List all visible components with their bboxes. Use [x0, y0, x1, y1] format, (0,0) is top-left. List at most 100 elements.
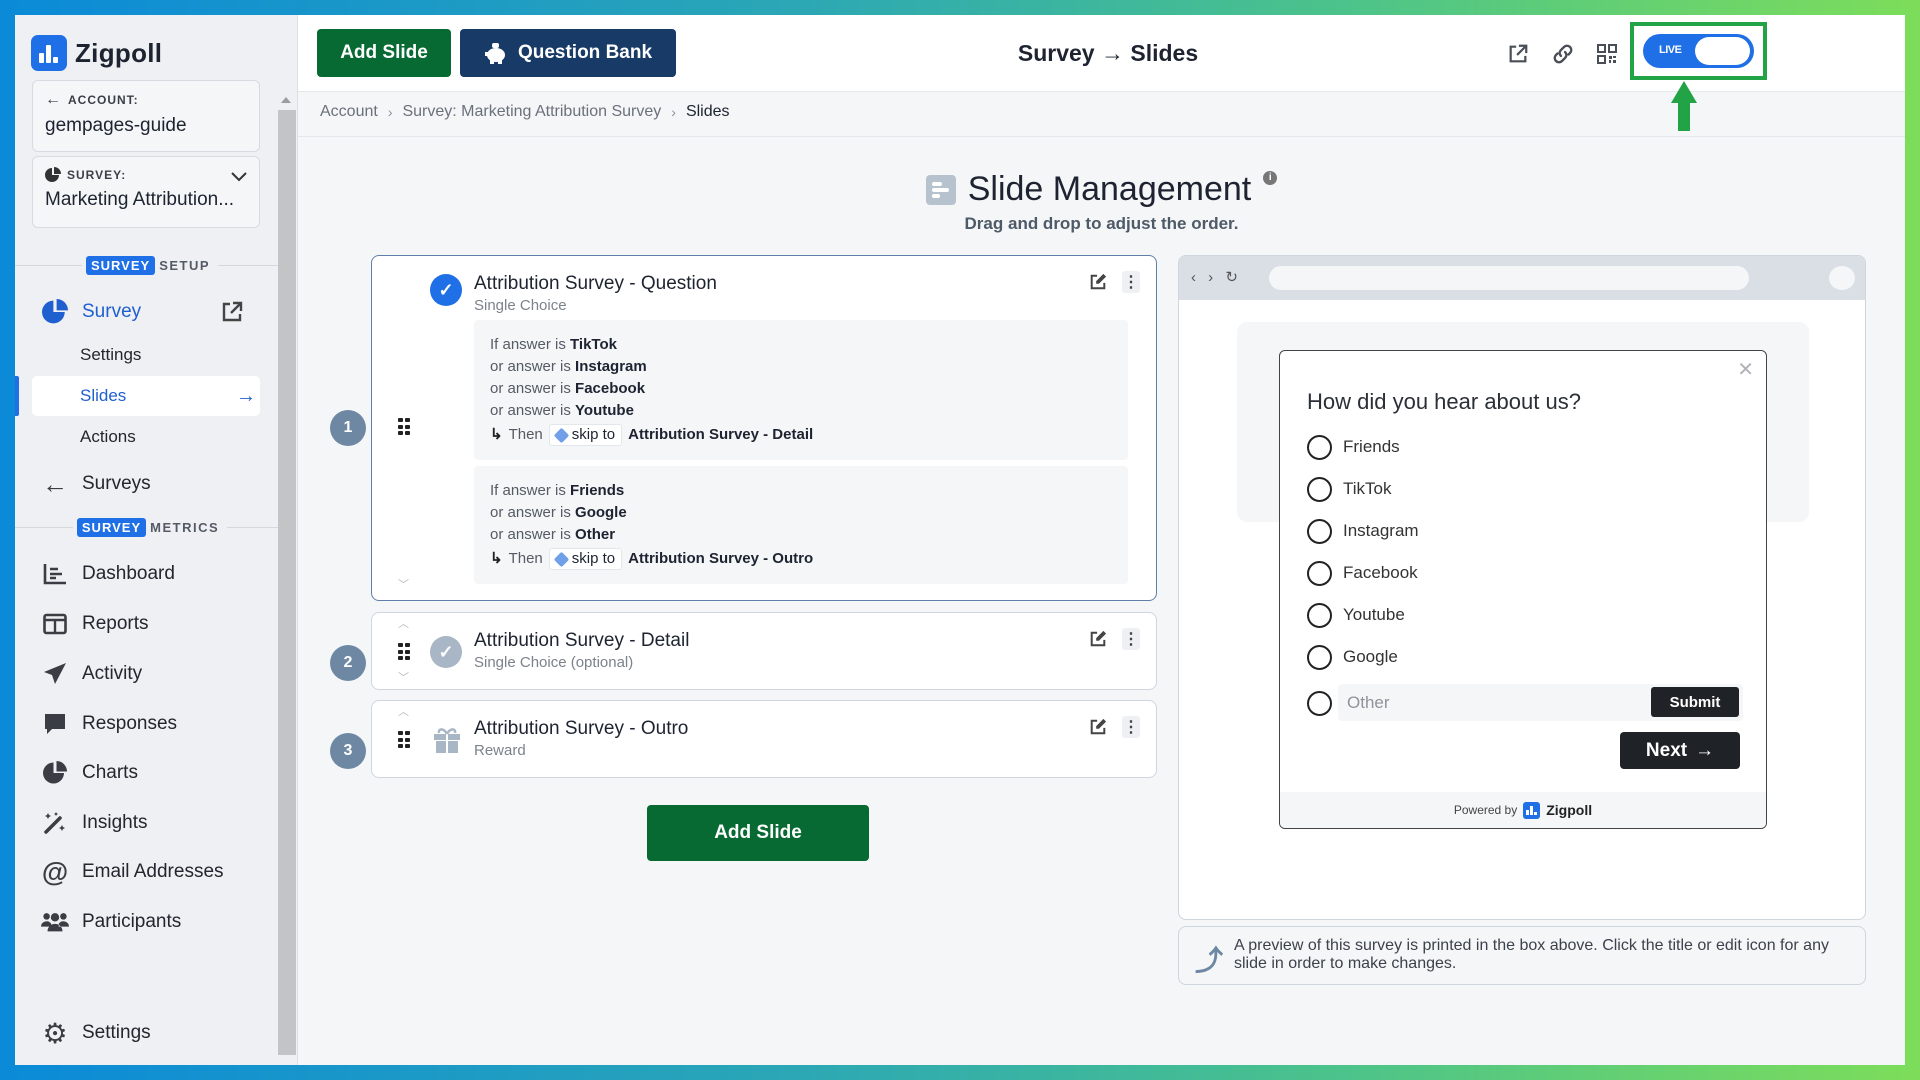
submit-button[interactable]: Submit [1651, 687, 1739, 717]
active-indicator [15, 376, 19, 416]
preview-info-text: A preview of this survey is printed in t… [1234, 937, 1829, 972]
radio-button [1307, 434, 1332, 460]
qr-code-icon[interactable] [1594, 41, 1620, 67]
skip-target[interactable]: Attribution Survey - Outro [628, 548, 813, 570]
rule-action: ↳ Then skip to Attribution Survey - Outr… [490, 548, 1112, 570]
question-bank-button[interactable]: Question Bank [460, 29, 676, 77]
more-options-icon[interactable]: ⋮ [1122, 716, 1140, 738]
link-icon[interactable] [1550, 41, 1576, 67]
slides-icon [925, 174, 956, 205]
sidebar-item-slides[interactable]: Slides → [32, 376, 260, 416]
sidebar-item-dashboard[interactable]: Dashboard [15, 554, 285, 594]
diamond-icon [553, 427, 570, 443]
sidebar-item-surveys[interactable]: ← Surveys [15, 464, 285, 504]
survey-selector[interactable]: SURVEY: Marketing Attribution... [32, 156, 260, 228]
option-friends[interactable]: Friends [1307, 434, 1400, 460]
rule-action: ↳ Then skip to Attribution Survey - Deta… [490, 424, 1112, 446]
rule-condition: or answer is Youtube [490, 402, 634, 419]
gear-icon: ⚙ [42, 1017, 68, 1049]
edit-icon[interactable] [1088, 717, 1108, 737]
close-icon[interactable]: ✕ [1737, 357, 1754, 382]
powered-by[interactable]: Powered by Zigpoll [1280, 792, 1766, 828]
radio-button [1307, 602, 1332, 628]
add-slide-button[interactable]: Add Slide [317, 29, 451, 77]
sidebar-item-settings[interactable]: Settings [32, 335, 260, 375]
slide-card[interactable]: ︿ ﹀ ✓ Attribution Survey - Detail Single… [371, 612, 1157, 690]
survey-preview: ‹ › ↻ ✕ How did you hear about us? Frien… [1178, 255, 1866, 920]
external-link-icon[interactable] [1505, 41, 1531, 67]
slide-card[interactable]: ︿ Attribution Survey - Outro Reward ⋮ [371, 700, 1157, 778]
pie-chart-icon [45, 167, 61, 182]
option-other[interactable] [1307, 690, 1332, 716]
drag-handle-icon[interactable] [398, 731, 410, 749]
edit-icon[interactable] [1088, 629, 1108, 649]
breadcrumb: Account › Survey: Marketing Attribution … [320, 97, 730, 127]
more-options-icon[interactable]: ⋮ [1122, 628, 1140, 650]
browser-url-bar [1269, 266, 1749, 290]
sidebar-item-label: Actions [80, 427, 136, 446]
move-up-icon[interactable]: ︿ [398, 615, 409, 631]
at-sign-icon: @ [41, 856, 69, 887]
slide-number-badge: 2 [330, 645, 366, 681]
annotation-arrow-stem [1678, 101, 1690, 131]
section-title: METRICS [150, 519, 220, 535]
rule-condition: or answer is Facebook [490, 380, 646, 397]
account-switcher[interactable]: ← ACCOUNT: gempages-guide [32, 80, 260, 152]
skip-target[interactable]: Attribution Survey - Detail [628, 424, 813, 446]
sidebar-item-label: Charts [82, 762, 138, 783]
annotation-arrow-icon [1671, 81, 1697, 103]
sidebar-item-activity[interactable]: Activity [15, 654, 285, 694]
slide-type: Single Choice (optional) [474, 654, 634, 671]
add-slide-label: Add Slide [714, 822, 802, 843]
sidebar-item-insights[interactable]: Insights [15, 803, 285, 843]
check-circle-icon: ✓ [430, 636, 462, 668]
sidebar-item-label: Settings [80, 345, 142, 364]
option-facebook[interactable]: Facebook [1307, 560, 1418, 586]
slide-card[interactable]: ✓ Attribution Survey - Question Single C… [371, 255, 1157, 601]
slide-number-badge: 1 [330, 410, 366, 446]
sidebar-item-label: Surveys [82, 473, 151, 494]
divider [298, 136, 1905, 137]
sidebar-item-responses[interactable]: Responses [15, 704, 285, 744]
drag-handle-icon[interactable] [398, 418, 410, 436]
option-instagram[interactable]: Instagram [1307, 518, 1419, 544]
option-tiktok[interactable]: TikTok [1307, 476, 1392, 502]
info-icon[interactable]: i [1263, 170, 1278, 185]
zigpoll-logo[interactable]: Zigpoll [31, 35, 162, 71]
sidebar-item-label: Responses [82, 713, 178, 734]
sidebar-item-reports[interactable]: Reports [15, 604, 285, 644]
slide-title[interactable]: Attribution Survey - Detail [474, 630, 689, 652]
sidebar-item-label: Email Addresses [82, 861, 224, 882]
sidebar-item-actions[interactable]: Actions [32, 417, 260, 457]
external-link-icon[interactable] [220, 300, 244, 329]
move-up-icon[interactable]: ︿ [398, 703, 409, 719]
other-input[interactable]: Other Submit [1338, 684, 1743, 721]
pie-chart-icon [41, 759, 69, 787]
move-down-icon[interactable]: ﹀ [398, 576, 409, 592]
breadcrumb-current: Slides [685, 103, 730, 120]
drag-handle-icon[interactable] [398, 643, 410, 661]
sidebar-item-label: Insights [82, 812, 148, 833]
next-button[interactable]: Next → [1620, 732, 1740, 769]
live-toggle[interactable]: LIVE [1643, 34, 1754, 68]
sidebar-item-settings-global[interactable]: ⚙ Settings [15, 1013, 285, 1053]
move-down-icon[interactable]: ﹀ [398, 669, 409, 685]
sidebar-item-participants[interactable]: Participants [15, 902, 285, 942]
top-header: Add Slide Question Bank Survey → Slides … [298, 15, 1905, 92]
option-youtube[interactable]: Youtube [1307, 602, 1405, 628]
edit-icon[interactable] [1088, 272, 1108, 292]
breadcrumb-account[interactable]: Account [320, 103, 378, 121]
more-options-icon[interactable]: ⋮ [1122, 271, 1140, 293]
slide-title[interactable]: Attribution Survey - Question [474, 273, 717, 295]
sidebar-item-email-addresses[interactable]: @ Email Addresses [15, 852, 285, 892]
scroll-up-arrow[interactable] [281, 97, 291, 103]
add-slide-bottom-button[interactable]: Add Slide [647, 805, 869, 861]
option-google[interactable]: Google [1307, 644, 1398, 670]
breadcrumb-survey[interactable]: Survey: Marketing Attribution Survey [402, 103, 661, 121]
slide-title[interactable]: Attribution Survey - Outro [474, 718, 688, 740]
section-badge: SURVEY [76, 517, 147, 537]
sidebar-item-charts[interactable]: Charts [15, 753, 285, 793]
sidebar-scrollbar[interactable] [278, 110, 296, 1055]
sidebar-item-survey[interactable]: Survey [15, 292, 285, 332]
slide-type: Single Choice [474, 297, 567, 314]
